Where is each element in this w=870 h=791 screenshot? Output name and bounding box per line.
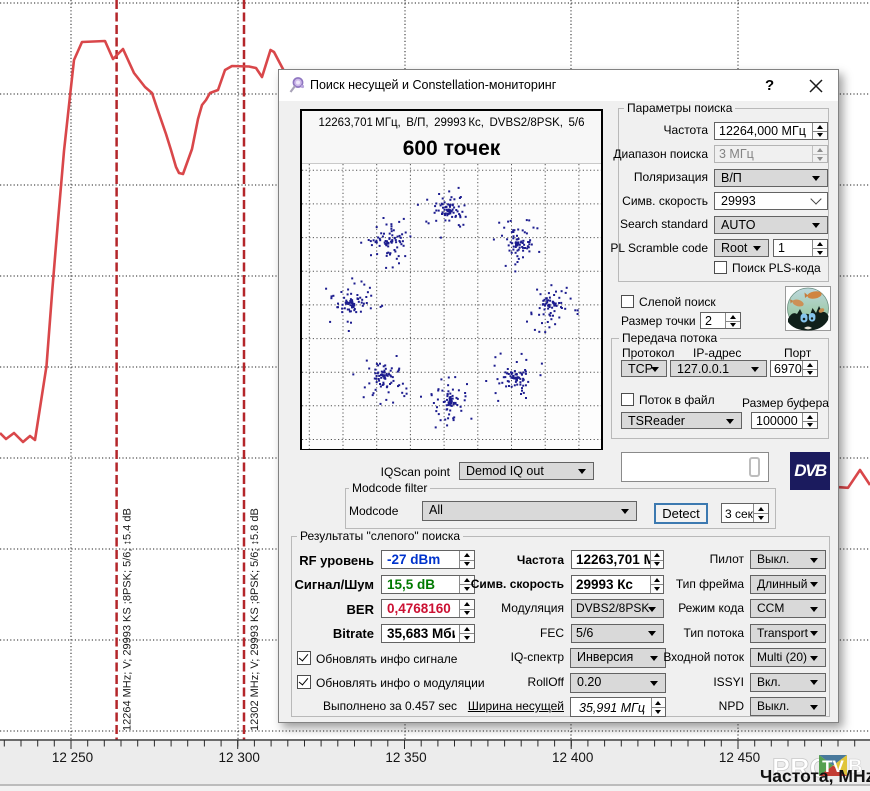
- svg-text:12 300: 12 300: [219, 750, 260, 765]
- svg-text:12 350: 12 350: [385, 750, 426, 765]
- svg-text:12 400: 12 400: [552, 750, 593, 765]
- svg-text:12264 MHz; V; 29993 KS ;8PSK;: 12264 MHz; V; 29993 KS ;8PSK; 5/6; ↕5.4 …: [122, 508, 134, 731]
- svg-text:12302 MHz; V; 29993 KS ;8PSK;: 12302 MHz; V; 29993 KS ;8PSK; 5/6; ↕5.8 …: [249, 508, 261, 731]
- svg-text:12 250: 12 250: [52, 750, 93, 765]
- svg-text:Частота, MHz: Частота, MHz: [760, 766, 870, 786]
- svg-text:12 450: 12 450: [719, 750, 760, 765]
